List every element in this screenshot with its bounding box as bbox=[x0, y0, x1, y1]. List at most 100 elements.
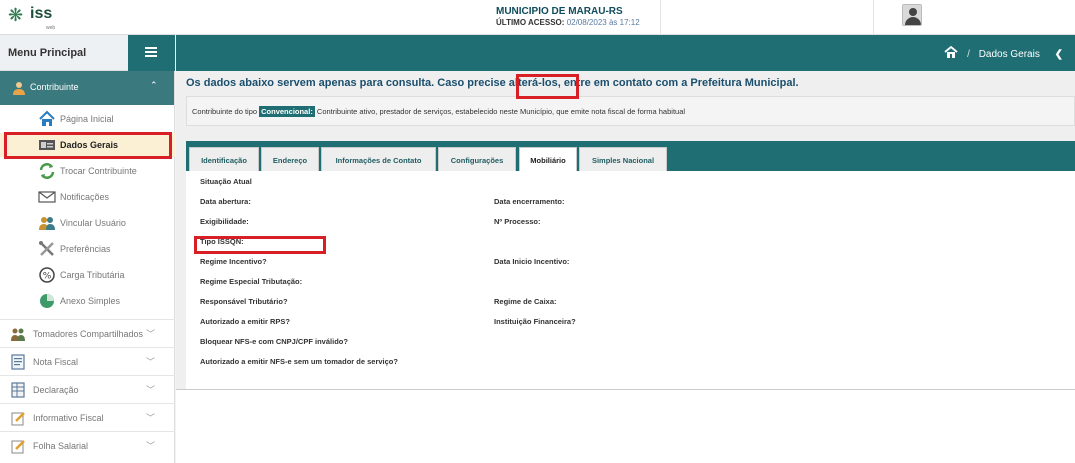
field-data-encerramento: Data encerramento: bbox=[494, 197, 565, 206]
sidebar-item-anexo-simples[interactable]: Anexo Simples bbox=[0, 289, 175, 313]
last-access: ÚLTIMO ACESSO: 02/08/2023 às 17:12 bbox=[496, 18, 640, 27]
tab-mobiliario[interactable]: Mobiliário bbox=[519, 147, 577, 171]
sidebar-item-label: Página Inicial bbox=[60, 114, 114, 124]
contribuinte-type-prefix: Contribuinte do tipo bbox=[192, 107, 260, 116]
field-numero-processo: Nº Processo: bbox=[494, 217, 541, 226]
contribuinte-type-badge: Convencional: bbox=[259, 106, 315, 117]
field-data-inicio-incentivo: Data Inicio Incentivo: bbox=[494, 257, 570, 266]
highlight-box-mobiliario-tab bbox=[516, 74, 579, 99]
sidebar-group-label: Tomadores Compartilhados bbox=[33, 329, 144, 339]
contribuinte-type-text: Contribuinte do tipo Convencional: Contr… bbox=[192, 106, 686, 117]
tab-label: Mobiliário bbox=[530, 156, 566, 165]
chevron-down-icon: ﹀ bbox=[146, 357, 156, 367]
users-icon bbox=[39, 217, 55, 230]
tab-endereco[interactable]: Endereço bbox=[261, 147, 319, 171]
field-regime-especial-value bbox=[326, 275, 548, 287]
sidebar-section-contribuinte[interactable]: Contribuinte ⌃ bbox=[0, 71, 174, 105]
municipio-title: MUNICIPIO DE MARAU-RS bbox=[496, 6, 623, 17]
header-divider bbox=[660, 0, 661, 35]
edit-document-icon bbox=[11, 440, 25, 454]
highlight-box-dados-gerais bbox=[4, 132, 172, 159]
chevron-down-icon: ﹀ bbox=[146, 413, 156, 423]
chevron-down-icon: ﹀ bbox=[146, 385, 156, 395]
sidebar-group-tomadores[interactable]: Tomadores Compartilhados ﹀ bbox=[0, 319, 175, 347]
last-access-date: 02/08/2023 às 17:12 bbox=[566, 18, 640, 27]
content-divider bbox=[176, 389, 1075, 390]
main-content: / Dados Gerais ❮ Os dados abaixo servem … bbox=[176, 35, 1075, 463]
menu-toggle-button[interactable] bbox=[128, 35, 175, 71]
user-avatar[interactable] bbox=[902, 4, 922, 26]
chevron-left-icon[interactable]: ❮ bbox=[1055, 49, 1063, 60]
pie-icon bbox=[40, 294, 54, 308]
field-data-abertura: Data abertura: bbox=[200, 197, 251, 206]
contribuinte-type-box: Contribuinte do tipo Convencional: Contr… bbox=[186, 96, 1075, 126]
sidebar-item-notificacoes[interactable]: Notificações bbox=[0, 185, 175, 209]
tab-simples-nacional[interactable]: Simples Nacional bbox=[579, 147, 667, 171]
sidebar-item-label: Vincular Usuário bbox=[60, 218, 126, 228]
chevron-up-icon: ⌃ bbox=[150, 80, 158, 90]
refresh-icon bbox=[39, 163, 55, 179]
logo-emblem-icon: ❋ bbox=[8, 5, 24, 25]
sidebar-item-carga-tributaria[interactable]: % Carga Tributária bbox=[0, 263, 175, 287]
field-autorizado-rps: Autorizado a emitir RPS? bbox=[200, 317, 291, 326]
breadcrumb: / Dados Gerais ❮ bbox=[944, 46, 1063, 60]
user-icon bbox=[13, 82, 25, 95]
contribuinte-type-description: Contribuinte ativo, prestador de serviço… bbox=[314, 107, 686, 116]
top-header: ❋ iss web MUNICIPIO DE MARAU-RS ÚLTIMO A… bbox=[0, 0, 1075, 35]
sidebar: Menu Principal Contribuinte ⌃ Página Ini… bbox=[0, 35, 175, 463]
field-regime-caixa: Regime de Caixa: bbox=[494, 297, 557, 306]
tab-label: Informações de Contato bbox=[335, 156, 422, 165]
sidebar-item-pagina-inicial[interactable]: Página Inicial bbox=[0, 107, 175, 131]
percent-icon: % bbox=[39, 267, 55, 283]
sidebar-group-declaracao[interactable]: Declaração ﹀ bbox=[0, 375, 175, 403]
tab-informacoes-contato[interactable]: Informações de Contato bbox=[321, 147, 436, 171]
tab-label: Simples Nacional bbox=[591, 156, 655, 165]
field-autorizado-nfse-sem-tomador: Autorizado a emitir NFS-e sem um tomador… bbox=[200, 357, 398, 366]
table-document-icon bbox=[11, 382, 25, 398]
field-situacao-atual: Situação Atual bbox=[200, 177, 252, 186]
tab-label: Configurações bbox=[450, 156, 504, 165]
field-exigibilidade: Exigibilidade: bbox=[200, 217, 249, 226]
logo-subtext: web bbox=[46, 25, 56, 31]
logo-text: iss bbox=[30, 5, 53, 22]
sidebar-group-informativo-fiscal[interactable]: Informativo Fiscal ﹀ bbox=[0, 403, 175, 431]
field-bloquear-nfse: Bloquear NFS-e com CNPJ/CPF inválido? bbox=[200, 337, 348, 346]
edit-document-icon bbox=[11, 412, 25, 426]
field-regime-especial-tributacao: Regime Especial Tributação: bbox=[200, 277, 303, 286]
sidebar-group-label: Nota Fiscal bbox=[33, 357, 79, 367]
sidebar-item-trocar-contribuinte[interactable]: Trocar Contribuinte bbox=[0, 159, 175, 183]
sidebar-section-label: Contribuinte bbox=[30, 82, 79, 92]
header-divider bbox=[873, 0, 874, 35]
field-situacao-atual-value bbox=[260, 175, 482, 187]
breadcrumb-current: Dados Gerais bbox=[978, 49, 1040, 60]
tab-identificacao[interactable]: Identificação bbox=[189, 147, 259, 171]
sidebar-item-preferencias[interactable]: Preferências bbox=[0, 237, 175, 261]
envelope-icon bbox=[38, 191, 56, 203]
home-icon[interactable] bbox=[944, 46, 958, 58]
sidebar-group-label: Declaração bbox=[33, 385, 79, 395]
field-instituicao-financeira: Instituição Financeira? bbox=[494, 317, 576, 326]
breadcrumb-separator: / bbox=[967, 49, 970, 60]
home-icon bbox=[39, 110, 55, 126]
sidebar-item-vincular-usuario[interactable]: Vincular Usuário bbox=[0, 211, 175, 235]
sidebar-group-nota-fiscal[interactable]: Nota Fiscal ﹀ bbox=[0, 347, 175, 375]
chevron-down-icon: ﹀ bbox=[146, 329, 156, 339]
users-group-icon bbox=[11, 328, 25, 341]
sidebar-group-folha-salarial[interactable]: Folha Salarial ﹀ bbox=[0, 431, 175, 459]
tab-label: Identificação bbox=[201, 156, 247, 165]
sidebar-item-label: Trocar Contribuinte bbox=[60, 166, 137, 176]
svg-text:%: % bbox=[43, 272, 52, 282]
iss-logo[interactable]: ❋ iss web bbox=[8, 3, 68, 31]
sidebar-item-label: Carga Tributária bbox=[60, 270, 125, 280]
highlight-box-regime-especial bbox=[194, 236, 326, 254]
content-header-bar: / Dados Gerais ❮ bbox=[176, 35, 1075, 71]
last-access-label: ÚLTIMO ACESSO: bbox=[496, 18, 565, 27]
sidebar-item-label: Anexo Simples bbox=[60, 296, 121, 306]
menu-header: Menu Principal bbox=[0, 35, 175, 71]
document-icon bbox=[11, 354, 25, 370]
tab-strip: Identificação Endereço Informações de Co… bbox=[186, 141, 1075, 171]
tools-icon bbox=[39, 241, 54, 256]
tab-configuracoes[interactable]: Configurações bbox=[438, 147, 516, 171]
sidebar-item-label: Preferências bbox=[60, 244, 111, 254]
sidebar-group-label: Folha Salarial bbox=[33, 441, 89, 451]
